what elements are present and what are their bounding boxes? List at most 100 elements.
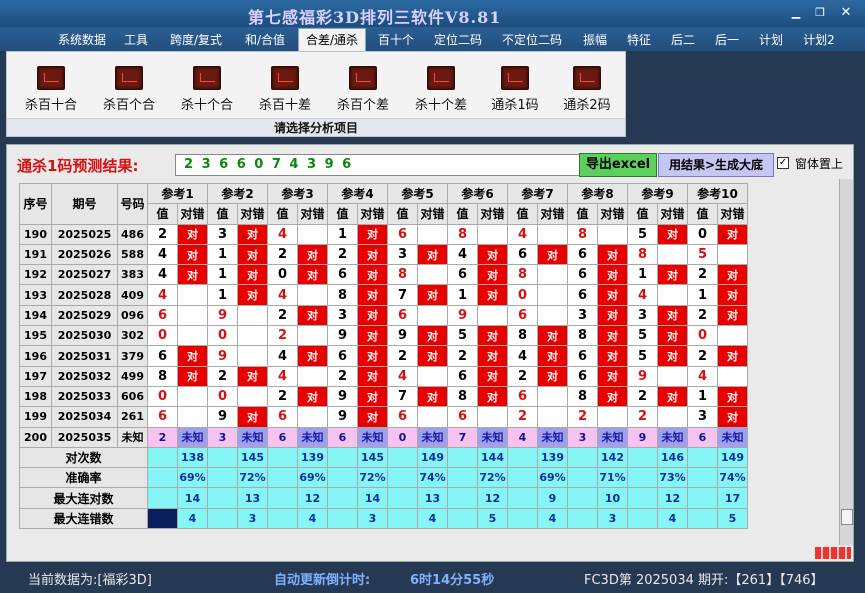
row-number: 261 [117,406,148,428]
table-row[interactable]: 191 2025026 588 4 对 1 对 2 对 2 对 3 对 4 对 6 对 6 对 8 5 [19,243,748,266]
stay-on-top-checkbox[interactable]: ✓ [777,157,789,169]
cell-hit-flag: 对 [237,243,268,266]
table-row[interactable]: 196 2025031 379 6 对 9 4 对 6 对 2 对 2 对 4 对 6 对 5 对 2 对 [19,345,748,367]
menu-sum[interactable]: 和/合值 [238,30,292,50]
ribbon-kill-2[interactable]: 通杀2码 [551,66,623,120]
menu-last2[interactable]: 后二 [664,30,702,50]
table-row-pending[interactable]: 200 2025035 未知 2 未知 3 未知 6 未知 6 未知 0 未知 7 未知 4 未知 3 未知 9 未知 6… [19,426,748,448]
ribbon-kill-bs-diff[interactable]: 杀百十差 [249,66,321,120]
row-number: 409 [117,284,148,306]
cell-hit-flag: 对 [597,284,628,306]
table-row[interactable]: 197 2025032 499 8 对 2 对 4 2 对 4 6 对 2 对 6 对 9 4 [19,365,748,387]
cell-hit-flag [537,264,568,286]
ok-subheader: 对错 [237,203,268,225]
cell-value: 1 [207,243,238,266]
ribbon-kill-1[interactable]: 通杀1码 [479,66,551,120]
ribbon-kill-sg-diff[interactable]: 杀十个差 [405,66,477,120]
row-seq: 192 [19,264,52,286]
table-row[interactable]: 192 2025027 383 4 对 1 对 0 对 6 对 8 6 对 8 6 对 1 对 2 对 [19,264,748,286]
stats-value: 14 [177,487,208,509]
close-icon[interactable]: ✕ [838,6,854,20]
menu-feature[interactable]: 特征 [620,30,658,50]
chart-icon [37,66,65,90]
restore-icon[interactable]: ❐ [812,6,828,20]
table-row[interactable]: 193 2025028 409 4 1 对 4 8 对 7 对 1 对 0 6 对 4 1 对 [19,284,748,306]
cell-hit-flag: 对 [477,365,508,387]
cell-hit-flag [537,385,568,408]
stats-spacer [327,446,358,469]
ribbon-kill-bs-sum[interactable]: 杀百十合 [15,66,87,120]
prediction-value[interactable]: 2 3 6 6 0 7 4 3 9 6 [175,154,581,176]
menu-span[interactable]: 跨度/复式 [162,30,230,50]
table-row[interactable]: 190 2025025 486 2 对 3 对 4 1 对 6 8 4 8 5 对 0 对 [19,223,748,245]
cell-value: 0 [147,385,178,408]
cell-hit-flag [657,365,688,387]
menu-amplitude[interactable]: 振幅 [576,30,614,50]
menu-kill[interactable]: 合差/通杀 [298,28,366,51]
row-period: 2025025 [51,223,118,245]
draw-info: FC3D第 2025034 期开:【261】【746】 [584,573,824,588]
table-row[interactable]: 195 2025030 302 0 0 2 9 对 9 对 5 对 8 对 8 对 5 对 0 [19,325,748,347]
stats-spacer [387,446,418,469]
cell-hit-flag: 对 [717,345,748,367]
ribbon-kill-bg-diff[interactable]: 杀百个差 [327,66,399,120]
table-row[interactable]: 194 2025029 096 6 9 2 对 3 对 6 9 6 3 对 3 对 2 对 [19,304,748,327]
menu-plan2[interactable]: 计划2 [798,30,840,50]
stats-spacer [267,446,298,469]
ref-header: 参考9 [627,182,688,205]
generate-base-button[interactable]: 用结果>生成大底 [658,153,774,177]
cell-hit-flag: 对 [717,284,748,306]
scroll-thumb[interactable] [841,509,853,525]
cell-value: 4 [507,345,538,367]
cell-hit-flag: 对 [297,345,328,367]
cell-value: 2 [147,426,178,448]
table-row[interactable]: 199 2025034 261 6 9 对 6 9 对 6 6 2 2 2 3 对 [19,406,748,428]
vertical-scrollbar[interactable] [839,179,853,545]
table-row[interactable]: 198 2025033 606 0 0 2 对 9 对 7 对 8 对 6 8 对 2 对 1 对 [19,385,748,408]
cell-value: 3 [327,304,358,327]
cell-hit-flag: 对 [597,325,628,347]
menu-nonpos2[interactable]: 不定位二码 [496,30,568,50]
minimize-icon[interactable]: ▁ [788,6,804,20]
cell-hit-flag [177,325,208,347]
prediction-label: 通杀1码预测结果: [17,157,139,175]
stats-value: 149 [417,446,448,469]
stats-value: 145 [357,446,388,469]
cell-value: 1 [207,284,238,306]
export-excel-button[interactable]: 导出excel [579,153,657,177]
cell-hit-flag: 对 [297,243,328,266]
stats-value: 149 [717,446,748,469]
cell-unknown: 未知 [417,426,448,448]
cell-value: 6 [267,426,298,448]
stats-spacer [327,467,358,489]
stats-value: 3 [237,507,268,530]
cell-hit-flag [297,365,328,387]
val-subheader: 值 [627,203,658,225]
cell-hit-flag: 对 [177,264,208,286]
ribbon-kill-sg-sum[interactable]: 杀十个合 [171,66,243,120]
cell-hit-flag [417,406,448,428]
cell-value: 3 [687,406,718,428]
ok-subheader: 对错 [417,203,448,225]
cell-hit-flag [417,304,448,327]
cell-hit-flag: 对 [657,264,688,286]
cell-hit-flag [477,223,508,245]
menu-last1[interactable]: 后一 [708,30,746,50]
row-period: 2025032 [51,365,118,387]
cell-hit-flag [297,406,328,428]
stats-spacer [207,507,238,530]
cell-value: 1 [447,284,478,306]
cell-hit-flag [657,243,688,266]
ribbon-kill-bg-sum[interactable]: 杀百个合 [93,66,165,120]
menu-tools[interactable]: 工具 [118,30,154,50]
menu-plan[interactable]: 计划 [752,30,790,50]
resize-grip[interactable] [815,547,851,559]
menu-pos2[interactable]: 定位二码 [428,30,488,50]
menu-bsg[interactable]: 百十个 [372,30,420,50]
stats-spacer [207,467,238,489]
menu-system-data[interactable]: 系统数据 [52,30,112,50]
row-period: 2025026 [51,243,118,266]
stats-spacer [567,467,598,489]
cell-unknown: 未知 [357,426,388,448]
cell-value: 6 [147,406,178,428]
